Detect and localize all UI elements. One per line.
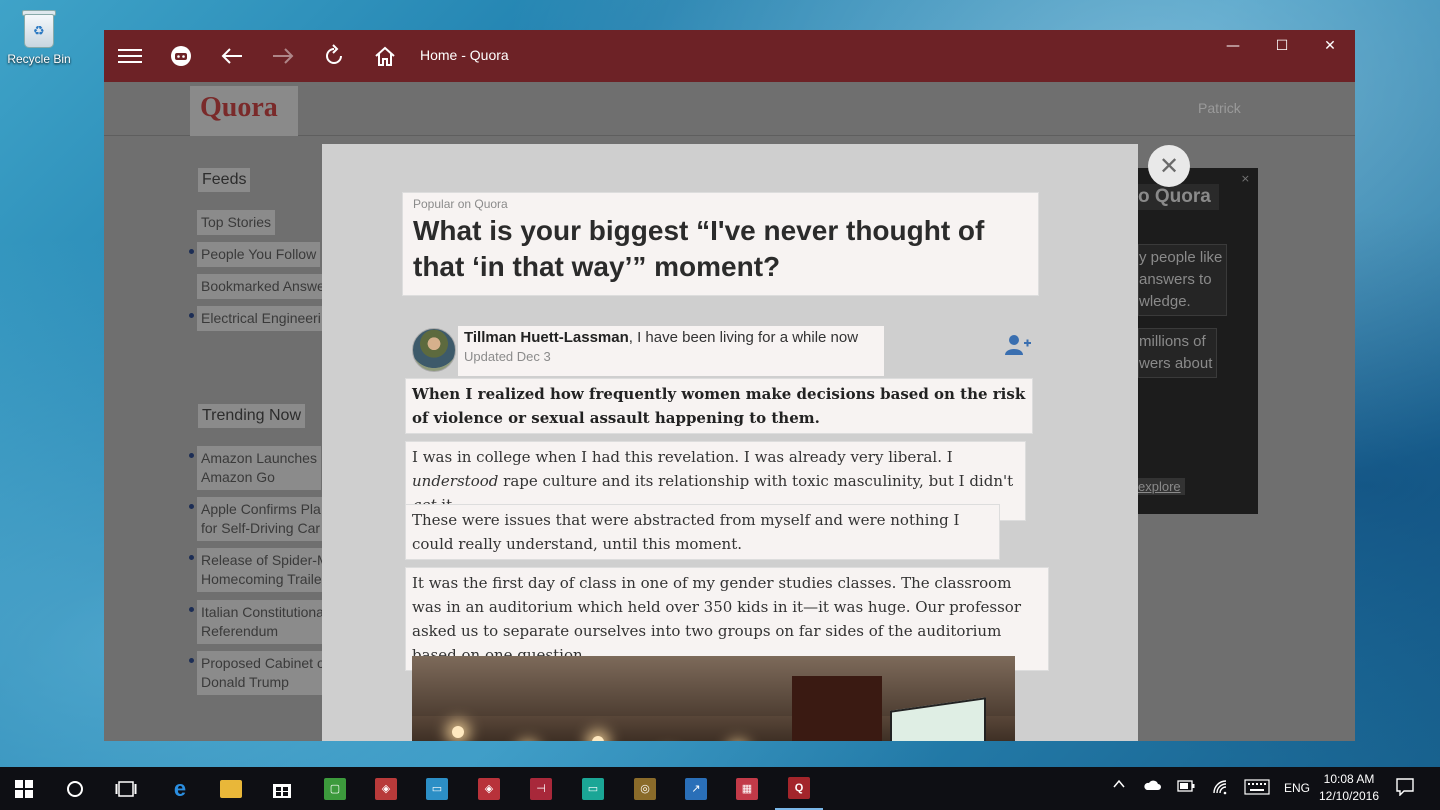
answer-modal: Popular on Quora What is your biggest “I… [322,144,1138,741]
promo-panel: × o Quora y people like answers to wledge.… [1138,168,1258,514]
avatar[interactable] [412,328,456,372]
title-bar: Home - Quora — ☐ ✕ [104,30,1355,82]
edge-browser-icon[interactable]: e [156,767,204,810]
question-title[interactable]: What is your biggest “I've never thought… [413,213,1028,285]
app-icon-podcast[interactable]: ◎ [621,767,669,810]
app-icon-crimson[interactable]: ⊣ [517,767,565,810]
app-icon-red-layers[interactable]: ◈ [362,767,410,810]
person-add-icon[interactable] [1005,334,1033,358]
app-icon-calendar[interactable]: ▦ [723,767,771,810]
promo-close-button[interactable]: × [1241,172,1250,185]
auditorium-image [412,656,1015,741]
user-name[interactable]: Patrick [1198,100,1241,116]
feed-dot [189,249,194,254]
popular-label: Popular on Quora [413,197,508,211]
question-box: Popular on Quora What is your biggest “I… [402,192,1039,296]
forward-arrow-icon[interactable] [267,40,299,72]
trending-item[interactable]: Release of Spider-M Homecoming Traile [197,548,333,592]
feed-dot [189,313,194,318]
answer-paragraph: These were issues that were abstracted f… [405,504,1000,560]
feeds-heading: Feeds [198,168,251,192]
trending-item[interactable]: Italian Constitutiona Referendum [197,600,328,644]
promo-text: millions of wers about [1138,328,1218,378]
chevron-up-icon[interactable] [1112,777,1126,794]
search-circle-icon[interactable] [51,767,99,810]
home-icon[interactable] [369,40,401,72]
trending-dot [189,607,194,612]
promo-explore-link[interactable]: explore [1138,478,1185,495]
clock[interactable]: 10:08 AM 12/10/2016 [1310,771,1388,805]
refresh-icon[interactable] [318,40,350,72]
maximize-button[interactable]: ☐ [1259,38,1305,56]
file-explorer-icon[interactable] [207,767,255,810]
app-window: Home - Quora — ☐ ✕ Quora Patrick Feeds T… [104,30,1355,741]
action-center-icon[interactable] [1396,778,1414,799]
app-logo-icon[interactable] [165,40,197,72]
recycle-bin-label: Recycle Bin [7,52,71,66]
app-icon-red-stack[interactable]: ◈ [465,767,513,810]
promo-title: o Quora [1138,184,1219,210]
app-icon-blue-monitor[interactable]: ▭ [413,767,461,810]
hamburger-menu-icon[interactable] [114,40,146,72]
language-indicator[interactable]: ENG [1284,781,1310,795]
quora-page: Quora Patrick Feeds Top Stories People Y… [104,82,1355,741]
trending-dot [189,555,194,560]
trending-dot [189,658,194,663]
clock-time: 10:08 AM [1323,772,1375,786]
windows-start-icon[interactable] [0,767,48,810]
window-title: Home - Quora [420,47,509,63]
keyboard-icon[interactable] [1244,779,1270,798]
author-name[interactable]: Tillman Huett-Lassman [464,329,629,346]
onedrive-cloud-icon[interactable] [1143,779,1161,794]
recycle-bin[interactable]: ♻ Recycle Bin [4,6,74,66]
author-bio: , I have been living for a while now [628,329,859,346]
app-icon-blue-chart[interactable]: ↗ [672,767,720,810]
taskbar: e ▢ ◈ ▭ ◈ ⊣ ▭ ◎ ↗ ▦ Q ENG 10:08 AM 12/10… [0,767,1440,810]
trending-item[interactable]: Apple Confirms Pla for Self-Driving Car [197,497,325,541]
feed-item[interactable]: People You Follow [197,242,321,267]
trending-heading: Trending Now [198,404,306,428]
task-view-icon[interactable] [102,767,150,810]
feed-item[interactable]: Electrical Engineeri [197,306,325,331]
app-icon-green[interactable]: ▢ [311,767,359,810]
minimize-button[interactable]: — [1210,38,1256,56]
trending-item[interactable]: Proposed Cabinet o Donald Trump [197,651,329,695]
close-button[interactable]: ✕ [1307,38,1353,56]
promo-text: y people like answers to wledge. [1138,244,1228,316]
wifi-icon[interactable] [1212,779,1230,798]
quora-header: Quora Patrick [104,82,1355,136]
back-arrow-icon[interactable] [216,40,248,72]
recycle-bin-icon: ♻ [20,6,58,50]
modal-close-button[interactable]: ✕ [1148,145,1190,187]
answer-paragraph: When I realized how frequently women mak… [405,378,1033,434]
quora-logo[interactable]: Quora [190,86,298,136]
store-icon[interactable] [258,767,306,810]
updated-date: Updated Dec 3 [464,349,551,364]
trending-item[interactable]: Amazon Launches Amazon Go [197,446,321,490]
app-icon-teal[interactable]: ▭ [569,767,617,810]
clock-date: 12/10/2016 [1318,789,1380,803]
battery-icon[interactable] [1177,780,1195,795]
author-credential: Tillman Huett-Lassman, I have been livin… [458,326,884,376]
feed-item[interactable]: Bookmarked Answe [197,274,329,299]
app-icon-quora[interactable]: Q [775,767,823,810]
feed-item[interactable]: Top Stories [197,210,276,235]
trending-dot [189,504,194,509]
trending-dot [189,453,194,458]
